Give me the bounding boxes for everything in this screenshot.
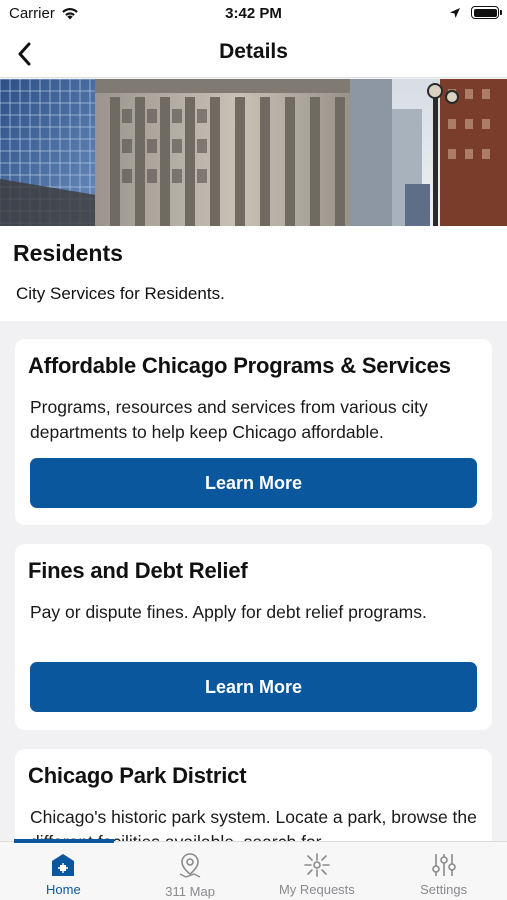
card-description: Programs, resources and services from va… bbox=[30, 397, 428, 442]
battery-icon bbox=[471, 6, 502, 19]
program-card: Fines and Debt Relief Pay or dispute fin… bbox=[15, 544, 492, 730]
section-title: Residents bbox=[13, 240, 123, 266]
tab-label: My Requests bbox=[278, 882, 355, 897]
section-header: Residents City Services for Residents. bbox=[0, 226, 507, 321]
navigation-bar: Details bbox=[0, 30, 507, 78]
tab-311-map[interactable]: 311 Map bbox=[127, 842, 254, 900]
status-time: 3:42 PM bbox=[225, 5, 282, 22]
learn-more-button[interactable]: Learn More bbox=[30, 458, 477, 508]
card-title: Affordable Chicago Programs & Services bbox=[28, 353, 451, 378]
hero-image bbox=[0, 79, 507, 226]
tab-label: Settings bbox=[420, 882, 468, 897]
tab-label: 311 Map bbox=[165, 884, 215, 899]
tab-bar: Home 311 Map My Requests Settings bbox=[0, 839, 507, 900]
tab-label: Home bbox=[46, 882, 81, 897]
back-button[interactable] bbox=[6, 36, 42, 72]
status-bar: Carrier 3:42 PM bbox=[0, 0, 507, 30]
tab-home[interactable]: Home bbox=[0, 842, 127, 900]
sliders-icon bbox=[431, 854, 456, 876]
card-title: Fines and Debt Relief bbox=[28, 558, 248, 583]
chevron-left-icon bbox=[18, 42, 31, 66]
requests-icon bbox=[304, 853, 330, 877]
tab-settings[interactable]: Settings bbox=[380, 842, 507, 900]
card-title: Chicago Park District bbox=[28, 763, 247, 788]
tab-my-requests[interactable]: My Requests bbox=[254, 842, 381, 900]
learn-more-button[interactable]: Learn More bbox=[30, 662, 477, 712]
home-icon bbox=[52, 854, 75, 876]
page-title: Details bbox=[219, 40, 288, 63]
card-description: Pay or dispute fines. Apply for debt rel… bbox=[30, 602, 427, 622]
section-subtitle: City Services for Residents. bbox=[16, 284, 225, 303]
map-pin-icon bbox=[179, 853, 201, 878]
program-card: Affordable Chicago Programs & Services P… bbox=[15, 339, 492, 525]
location-arrow-icon bbox=[450, 7, 460, 18]
